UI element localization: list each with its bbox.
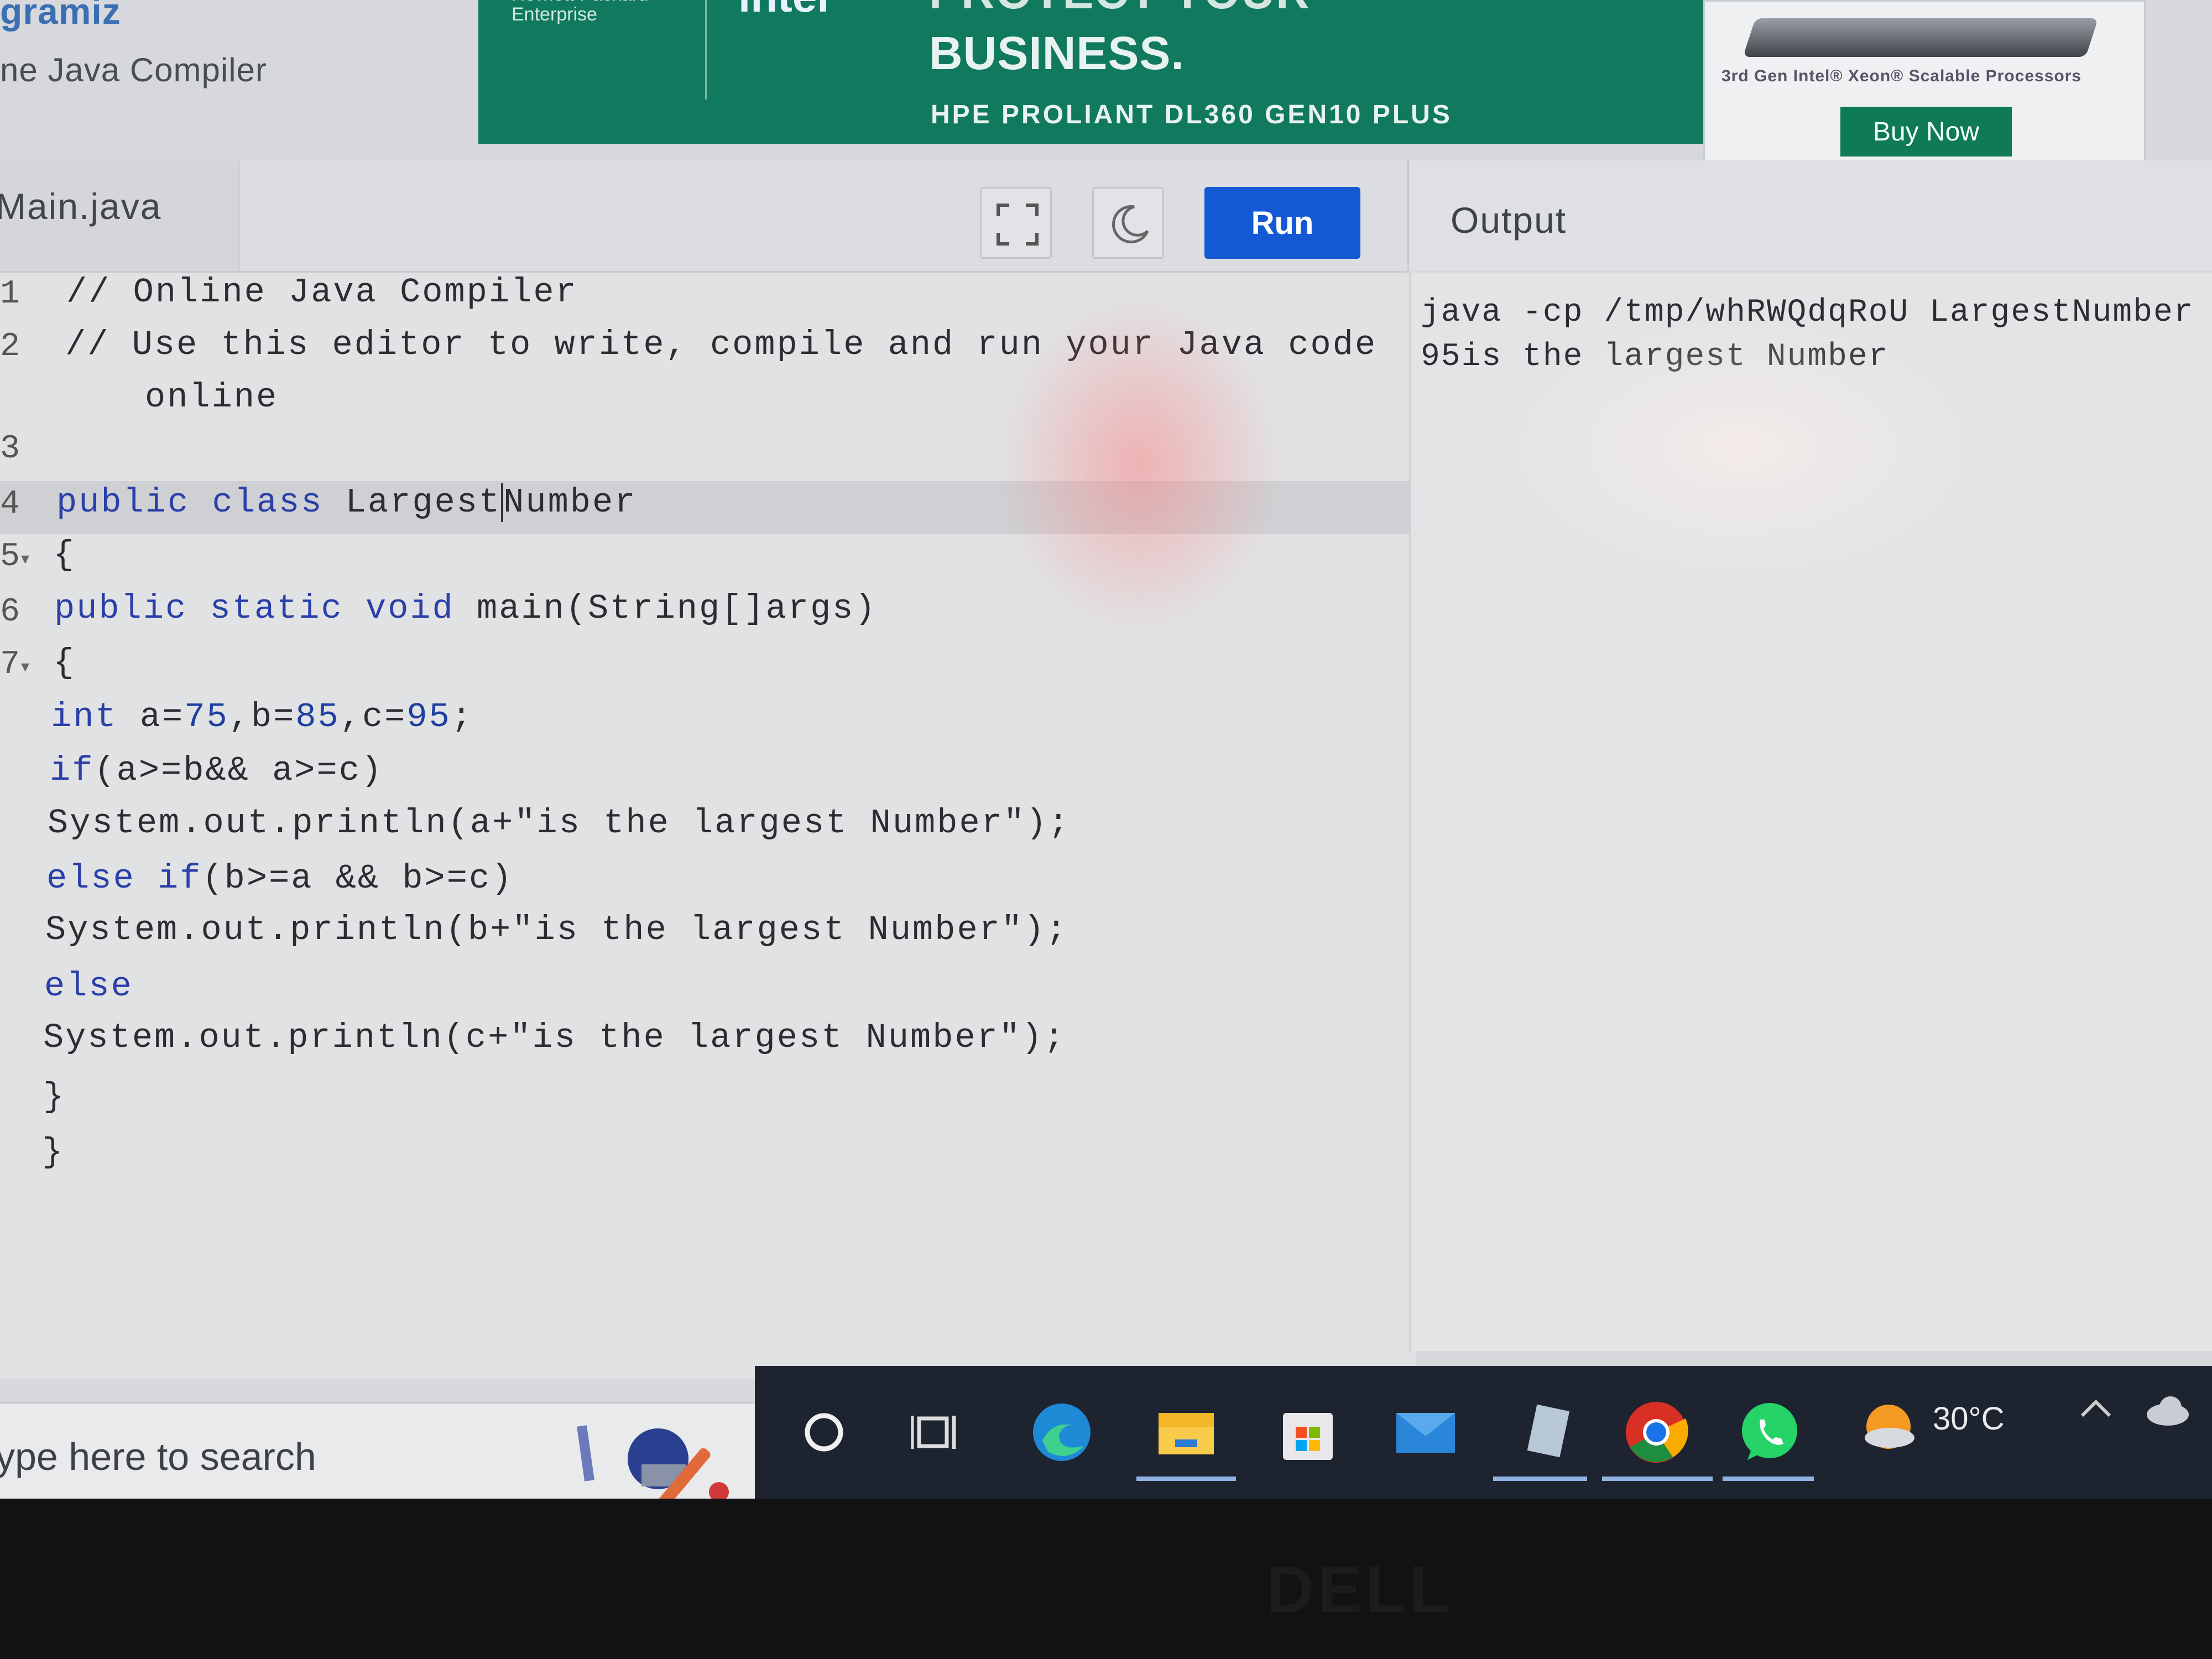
code-line-4: public class LargestNumber — [56, 483, 637, 522]
output-command: java -cp /tmp/whRWQdqRoU LargestNumber — [1421, 295, 2194, 331]
fold-arrow-icon[interactable]: ▾ — [21, 551, 31, 570]
monitor-bezel: DELL — [0, 1499, 2212, 1659]
code-token: (b>=a && b>=c) — [202, 859, 514, 898]
code-line-8: int a=75,b=85,c=95; — [51, 697, 473, 737]
file-tab-label: Main.java — [0, 186, 162, 227]
ad-divider — [705, 0, 707, 100]
file-explorer-icon[interactable] — [1150, 1396, 1222, 1468]
whatsapp-icon[interactable] — [1734, 1396, 1806, 1468]
keyword: void — [365, 589, 455, 628]
code-editor[interactable]: 1 2 3 4 5 6 7 // Online Java Compiler //… — [0, 273, 1416, 1379]
task-view-icon[interactable] — [901, 1396, 973, 1468]
fold-arrow-icon[interactable]: ▾ — [21, 659, 31, 677]
code-token: ,c= — [340, 697, 407, 737]
code-line-7: ▾ { — [17, 643, 76, 682]
code-token: ,b= — [228, 697, 296, 737]
active-app-indicator — [1723, 1477, 1814, 1481]
ad-headline: BUSINESS. — [929, 27, 1185, 79]
class-name-part: Number — [503, 483, 637, 522]
output-title: Output — [1451, 200, 1567, 241]
keyword: public — [54, 589, 188, 628]
taskbar: 30°C — [755, 1366, 2212, 1499]
moon-icon — [1112, 205, 1149, 244]
code-line-1: // Online Java Compiler — [66, 273, 578, 312]
editor-toolbar: Main.java Run — [0, 160, 1407, 273]
chevron-up-icon[interactable] — [2074, 1388, 2118, 1432]
keyword: int — [51, 697, 118, 737]
cortana-icon[interactable] — [788, 1396, 860, 1468]
class-name-part: Largest — [345, 483, 502, 522]
brace: { — [53, 535, 76, 575]
onedrive-icon[interactable] — [2140, 1388, 2195, 1432]
ad-processor-text: 3rd Gen Intel® Xeon® Scalable Processors — [1721, 67, 2082, 85]
intel-logo: intel — [738, 0, 829, 22]
code-line-2-wrap: online — [145, 378, 279, 417]
hpe-line2: Enterprise — [512, 4, 597, 25]
weather-temperature[interactable]: 30°C — [1933, 1400, 2005, 1437]
line-number: 1 — [0, 275, 20, 313]
run-button[interactable]: Run — [1204, 187, 1360, 259]
output-result: 95is the largest Number — [1421, 339, 1889, 375]
ad-banner[interactable]: Hewlett Packard Enterprise intel PROTECT… — [478, 0, 1703, 144]
edge-icon[interactable] — [1026, 1396, 1098, 1468]
dell-logo: DELL — [1266, 1552, 1453, 1626]
output-panel: java -cp /tmp/whRWQdqRoU LargestNumber 9… — [1409, 273, 2212, 1351]
code-line-16: } — [42, 1133, 65, 1172]
search-input[interactable] — [0, 1426, 528, 1488]
keyword: class — [212, 483, 324, 522]
active-app-indicator — [1136, 1477, 1236, 1481]
hpe-logo: Hewlett Packard Enterprise — [512, 0, 649, 24]
active-app-indicator — [1602, 1477, 1713, 1481]
code-line-12: System.out.println(b+"is the largest Num… — [45, 910, 1068, 950]
output-header: Output — [1407, 160, 2212, 271]
site-logo[interactable]: gramiz — [0, 0, 121, 32]
keyword: else — [46, 859, 135, 898]
fullscreen-icon — [997, 204, 1039, 246]
ad-headline-top: PROTECT YOUR — [929, 0, 1311, 19]
server-image — [1743, 18, 2099, 57]
code-line-15: } — [43, 1077, 66, 1117]
page-title: ne Java Compiler — [0, 51, 267, 88]
taskbar-search[interactable] — [0, 1402, 755, 1514]
active-app-indicator — [1493, 1477, 1587, 1481]
number-literal: 95 — [406, 697, 451, 737]
keyword: if — [50, 751, 95, 790]
ad-product-panel[interactable]: 3rd Gen Intel® Xeon® Scalable Processors… — [1703, 0, 2146, 176]
line-number: 3 — [0, 430, 20, 468]
chrome-icon[interactable] — [1620, 1396, 1692, 1468]
code-line-10: System.out.println(a+"is the largest Num… — [48, 804, 1071, 843]
code-line-9: if(a>=b&& a>=c) — [50, 751, 383, 790]
cricket-icon — [577, 1425, 729, 1508]
theme-toggle-button[interactable] — [1092, 187, 1164, 259]
code-token: (a>=b&& a>=c) — [94, 751, 384, 790]
number-literal: 85 — [295, 697, 340, 737]
brace: { — [53, 643, 76, 682]
code-line-14: System.out.println(c+"is the largest Num… — [43, 1018, 1066, 1057]
code-line-2: // Use this editor to write, compile and… — [65, 325, 1378, 364]
keyword: static — [210, 589, 343, 628]
mail-icon[interactable] — [1390, 1396, 1462, 1468]
ad-model: HPE PROLIANT DL360 GEN10 PLUS — [931, 100, 1452, 129]
notepad-icon[interactable] — [1510, 1396, 1582, 1468]
file-tab-main-java[interactable]: Main.java — [0, 160, 239, 271]
keyword: if — [158, 859, 202, 898]
store-icon[interactable] — [1272, 1396, 1344, 1468]
number-literal: 75 — [184, 697, 229, 737]
keyword: public — [56, 483, 190, 522]
fullscreen-button[interactable] — [980, 187, 1052, 259]
code-line-13: else — [44, 967, 133, 1006]
buy-now-button[interactable]: Buy Now — [1840, 107, 2012, 156]
code-token: ; — [451, 697, 473, 737]
code-line-6: public static void main(String[]args) — [54, 589, 877, 628]
line-number: 6 — [0, 593, 20, 631]
code-line-5: ▾ { — [17, 535, 76, 575]
code-line-11: else if(b>=a && b>=c) — [46, 859, 513, 898]
line-number: 4 — [0, 486, 20, 523]
line-number: 2 — [0, 328, 20, 366]
code-token: a= — [139, 697, 185, 737]
weather-icon[interactable] — [1855, 1391, 1927, 1463]
method-signature: main(String[]args) — [476, 589, 877, 628]
